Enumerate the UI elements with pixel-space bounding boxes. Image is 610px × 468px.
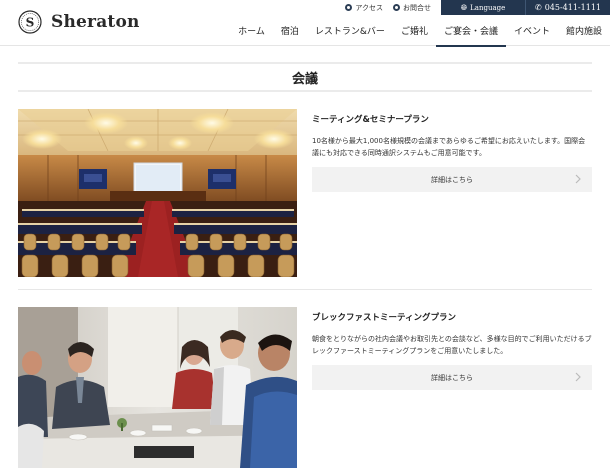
access-label: アクセス [355,3,383,12]
plan-description: 10名様から最大1,000名様規模の会議まであらゆるご希望にお応えいたします。国… [312,137,586,157]
plan-card-body: ブレックファストミーティングプラン 朝食をとりながらの社内会議やお取引先との会談… [312,307,592,390]
site-header: S Sheraton アクセス お問合せ 🌐︎ Language ✆ 045-4… [0,0,610,47]
chevron-right-icon [575,372,581,382]
phone-icon: ✆ [534,3,542,12]
section-title-bar: 会議 [18,62,592,92]
contact-link[interactable]: お問合せ [393,0,431,15]
plan-card-body: ミーティング&セミナープラン 10名様から最大1,000名様規模の会議まであらゆ… [312,109,592,192]
nav-item-facilities[interactable]: 館内施設 [558,23,610,47]
bullet-icon [345,4,353,11]
banquet-hall-photo [18,109,297,277]
breakfast-meeting-photo [18,307,297,468]
details-label: 詳細はこちら [431,175,473,184]
nav-item-home[interactable]: ホーム [230,23,273,47]
nav-item-banquet-meeting[interactable]: ご宴会・会議 [435,23,506,47]
plan-card-meeting-seminar: ミーティング&セミナープラン 10名様から最大1,000名様規模の会議まであらゆ… [18,109,592,277]
globe-icon: 🌐︎ [460,2,468,12]
main-nav: ホーム 宿泊 レストラン&バー ご婚礼 ご宴会・会議 イベント 館内施設 [230,23,610,47]
nav-item-wedding[interactable]: ご婚礼 [393,23,436,47]
phone-button[interactable]: ✆ 045-411-1111 [525,0,610,15]
details-label: 詳細はこちら [431,373,473,382]
plan-card-breakfast-meeting: ブレックファストミーティングプラン 朝食をとりながらの社内会議やお取引先との会談… [18,307,592,468]
page-title: 会議 [291,71,318,87]
plan-title: ミーティング&セミナープラン [312,115,429,125]
contact-label: お問合せ [403,3,431,12]
chevron-right-icon [575,174,581,184]
plan-title: ブレックファストミーティングプラン [312,313,456,323]
nav-item-stay[interactable]: 宿泊 [273,23,307,47]
brand-name: Sheraton [51,12,140,32]
language-label: Language [470,3,506,12]
sheraton-logo[interactable]: S Sheraton [18,10,140,34]
nav-item-event[interactable]: イベント [506,23,558,47]
svg-text:S: S [26,16,35,30]
sheraton-emblem-icon: S [18,10,42,34]
card-divider [18,289,592,290]
bullet-icon [393,4,400,11]
access-link[interactable]: アクセス [345,0,383,15]
plan-description: 朝食をとりながらの社内会議やお取引先との会談など、多様な目的でご利用いただけるブ… [312,335,592,355]
utility-bar: アクセス お問合せ 🌐︎ Language ✆ 045-411-1111 [345,0,610,15]
phone-number: 045-411-1111 [544,3,601,12]
language-button[interactable]: 🌐︎ Language [441,0,525,15]
details-button[interactable]: 詳細はこちら [312,167,592,192]
nav-item-restaurant-bar[interactable]: レストラン&バー [307,23,393,47]
details-button[interactable]: 詳細はこちら [312,365,592,390]
